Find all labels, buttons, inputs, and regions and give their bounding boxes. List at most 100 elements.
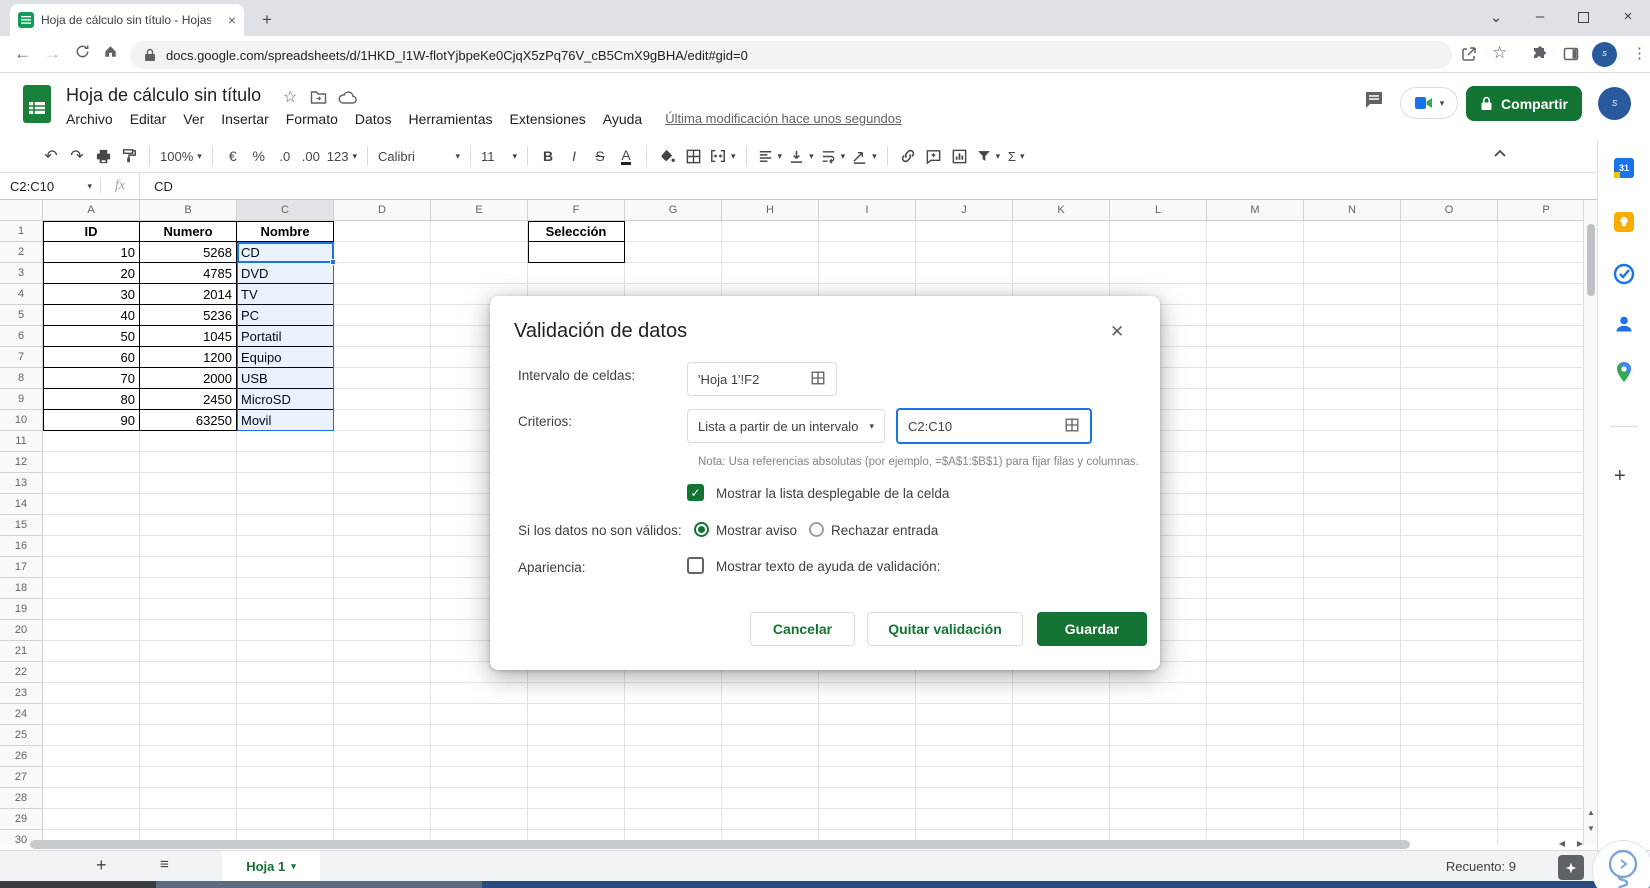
cell-P1[interactable] [1498, 221, 1583, 242]
cell-N8[interactable] [1304, 368, 1401, 389]
cell-B11[interactable] [140, 431, 237, 452]
insert-comment-icon[interactable] [921, 143, 947, 169]
cell-N19[interactable] [1304, 599, 1401, 620]
cell-C11[interactable] [237, 431, 334, 452]
cell-F24[interactable] [528, 704, 625, 725]
cell-N5[interactable] [1304, 305, 1401, 326]
cell-C6[interactable]: Portatil [237, 326, 334, 347]
cell-O29[interactable] [1401, 809, 1498, 830]
cell-N7[interactable] [1304, 347, 1401, 368]
back-icon[interactable]: ← [14, 44, 31, 64]
redo-icon[interactable]: ↷ [64, 143, 90, 169]
cell-C19[interactable] [237, 599, 334, 620]
font-select[interactable]: Calibri ▾ [375, 143, 463, 169]
cell-M16[interactable] [1207, 536, 1304, 557]
cell-M4[interactable] [1207, 284, 1304, 305]
reload-icon[interactable] [74, 43, 91, 65]
row-header-28[interactable]: 28 [0, 788, 43, 809]
cell-F3[interactable] [528, 263, 625, 284]
cell-B13[interactable] [140, 473, 237, 494]
cell-A11[interactable] [43, 431, 140, 452]
cell-J25[interactable] [916, 725, 1013, 746]
row-header-25[interactable]: 25 [0, 725, 43, 746]
home-icon[interactable] [102, 43, 119, 65]
cell-F29[interactable] [528, 809, 625, 830]
cell-E2[interactable] [431, 242, 528, 263]
cell-A5[interactable]: 40 [43, 305, 140, 326]
cell-D14[interactable] [334, 494, 431, 515]
cell-P10[interactable] [1498, 410, 1583, 431]
menu-extensiones[interactable]: Extensiones [509, 111, 585, 127]
cell-H28[interactable] [722, 788, 819, 809]
cell-P5[interactable] [1498, 305, 1583, 326]
cell-B25[interactable] [140, 725, 237, 746]
cell-M9[interactable] [1207, 389, 1304, 410]
cell-A20[interactable] [43, 620, 140, 641]
window-minimize-button[interactable]: – [1530, 8, 1550, 25]
cell-C2[interactable]: CD [237, 242, 334, 263]
cell-B4[interactable]: 2014 [140, 284, 237, 305]
cell-M28[interactable] [1207, 788, 1304, 809]
cell-K26[interactable] [1013, 746, 1110, 767]
scroll-down-icon[interactable]: ▼ [1585, 824, 1597, 833]
row-header-15[interactable]: 15 [0, 515, 43, 536]
cell-M3[interactable] [1207, 263, 1304, 284]
formula-input[interactable]: CD [139, 173, 1650, 199]
cell-L23[interactable] [1110, 683, 1207, 704]
currency-euro-icon[interactable]: € [220, 143, 246, 169]
cell-B21[interactable] [140, 641, 237, 662]
cell-E23[interactable] [431, 683, 528, 704]
cell-A23[interactable] [43, 683, 140, 704]
cell-A18[interactable] [43, 578, 140, 599]
side-panel-icon[interactable] [1562, 45, 1580, 68]
cell-A27[interactable] [43, 767, 140, 788]
cell-D7[interactable] [334, 347, 431, 368]
cell-A6[interactable]: 50 [43, 326, 140, 347]
column-header-K[interactable]: K [1013, 200, 1110, 221]
cell-I26[interactable] [819, 746, 916, 767]
cell-P12[interactable] [1498, 452, 1583, 473]
row-header-21[interactable]: 21 [0, 641, 43, 662]
row-header-18[interactable]: 18 [0, 578, 43, 599]
functions-button[interactable]: Σ ▾ [1003, 143, 1029, 169]
cell-L28[interactable] [1110, 788, 1207, 809]
cell-N17[interactable] [1304, 557, 1401, 578]
cell-M12[interactable] [1207, 452, 1304, 473]
cell-M1[interactable] [1207, 221, 1304, 242]
grid-corner[interactable] [0, 200, 43, 221]
row-header-9[interactable]: 9 [0, 389, 43, 410]
row-header-13[interactable]: 13 [0, 473, 43, 494]
cell-J28[interactable] [916, 788, 1013, 809]
cell-C7[interactable]: Equipo [237, 347, 334, 368]
horizontal-align-icon[interactable]: ▾ [754, 143, 786, 169]
cell-N12[interactable] [1304, 452, 1401, 473]
cell-P6[interactable] [1498, 326, 1583, 347]
decrease-decimals-button[interactable]: .0 [272, 143, 298, 169]
column-header-O[interactable]: O [1401, 200, 1498, 221]
cell-D20[interactable] [334, 620, 431, 641]
cell-N1[interactable] [1304, 221, 1401, 242]
cell-F27[interactable] [528, 767, 625, 788]
share-button[interactable]: Compartir [1466, 86, 1582, 121]
cell-C20[interactable] [237, 620, 334, 641]
keep-icon[interactable] [1612, 210, 1636, 239]
row-header-29[interactable]: 29 [0, 809, 43, 830]
cell-D21[interactable] [334, 641, 431, 662]
cell-K23[interactable] [1013, 683, 1110, 704]
cell-M19[interactable] [1207, 599, 1304, 620]
cell-C9[interactable]: MicroSD [237, 389, 334, 410]
cell-A1[interactable]: ID [43, 221, 140, 242]
cell-M26[interactable] [1207, 746, 1304, 767]
new-tab-button[interactable]: + [262, 10, 272, 30]
vertical-scrollbar[interactable]: ▲ ▼ [1583, 200, 1597, 845]
cell-N28[interactable] [1304, 788, 1401, 809]
merge-cells-icon[interactable]: ▾ [706, 143, 739, 169]
cell-P18[interactable] [1498, 578, 1583, 599]
cell-O17[interactable] [1401, 557, 1498, 578]
cell-O4[interactable] [1401, 284, 1498, 305]
cell-I24[interactable] [819, 704, 916, 725]
column-header-N[interactable]: N [1304, 200, 1401, 221]
contacts-icon[interactable] [1612, 312, 1636, 341]
cell-B1[interactable]: Numero [140, 221, 237, 242]
cell-D8[interactable] [334, 368, 431, 389]
